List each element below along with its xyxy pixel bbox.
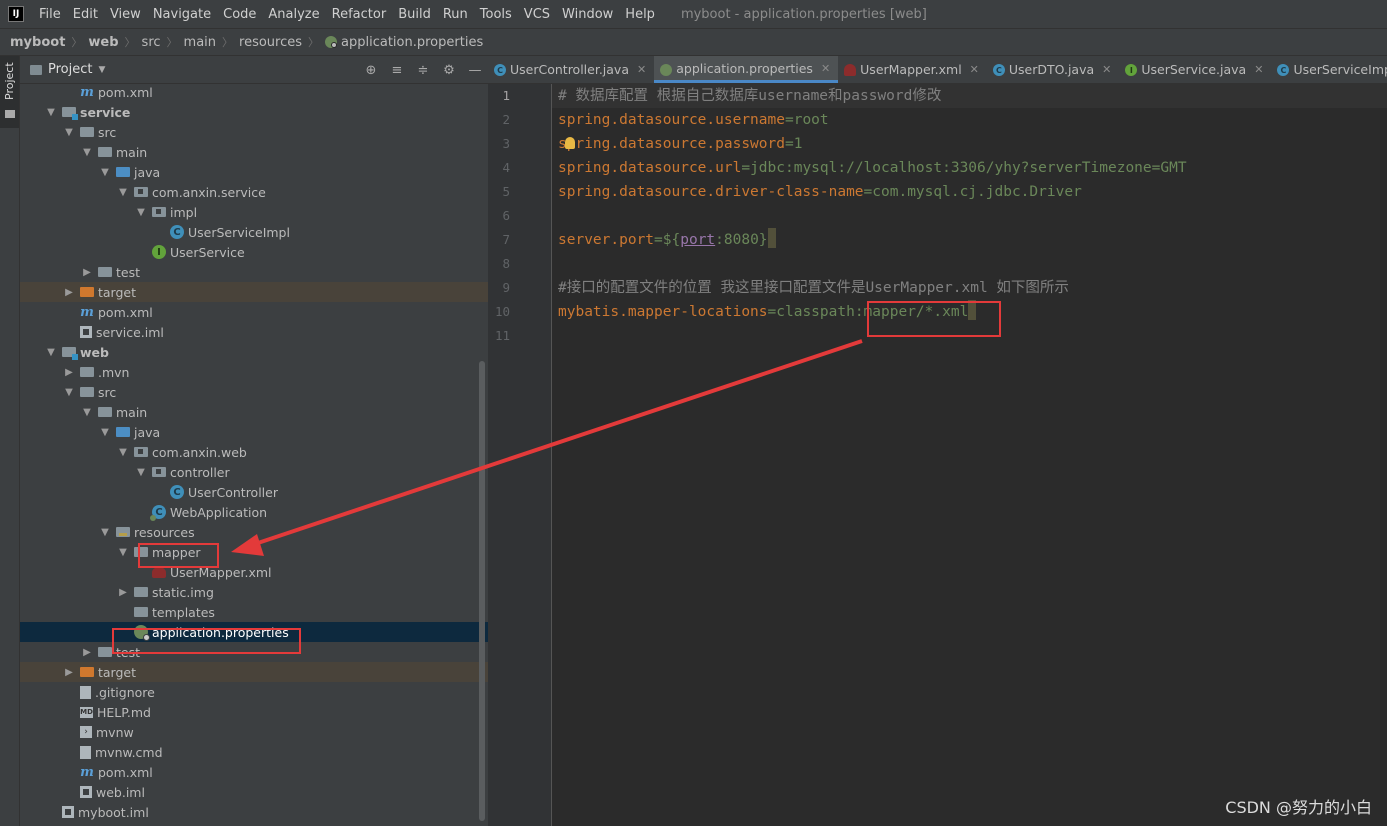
annotation-arrow	[231, 339, 863, 556]
annotation-arrow-head	[231, 534, 264, 556]
annotation-arrow-line	[245, 339, 863, 549]
watermark: CSDN @努力的小白	[1225, 798, 1372, 817]
